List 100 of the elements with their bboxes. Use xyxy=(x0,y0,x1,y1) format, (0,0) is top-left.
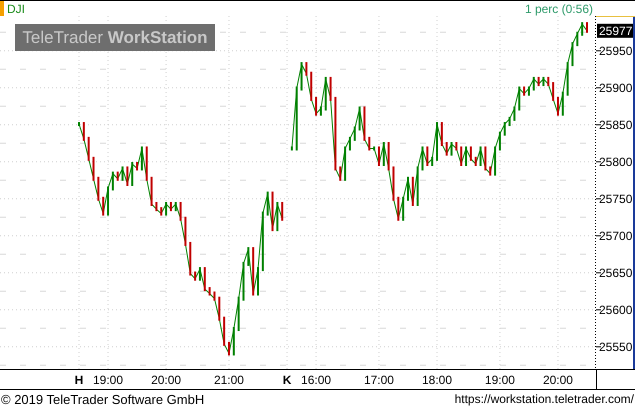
y-axis-label: 25550 xyxy=(599,340,632,354)
candlestick xyxy=(180,202,182,221)
candlestick xyxy=(131,162,134,186)
session-marker: K xyxy=(282,373,292,387)
candlestick xyxy=(508,116,511,126)
candlestick xyxy=(566,62,569,96)
interval-label: 1 perc (0:56) xyxy=(524,2,593,16)
candlestick xyxy=(194,272,196,281)
candlestick xyxy=(556,96,559,116)
candlestick xyxy=(382,142,385,166)
candlestick xyxy=(78,122,80,126)
candlestick xyxy=(281,202,284,221)
candlestick xyxy=(402,196,404,221)
candlestick xyxy=(228,342,230,356)
candlestick xyxy=(272,192,274,232)
candlestick xyxy=(238,296,240,332)
candlestick xyxy=(88,136,90,161)
candlestick xyxy=(465,146,468,166)
candlestick xyxy=(494,146,496,176)
candlestick xyxy=(450,142,453,156)
candlestick xyxy=(247,247,250,266)
candlestick xyxy=(576,32,578,46)
y-axis-label: 25700 xyxy=(599,228,632,243)
x-axis-label: 19:00 xyxy=(484,373,515,387)
candlestick xyxy=(412,176,414,206)
candlestick xyxy=(330,76,332,101)
candlestick xyxy=(82,122,85,141)
candlestick xyxy=(107,186,110,216)
x-axis-label: 19:00 xyxy=(93,373,124,387)
candlestick xyxy=(165,202,168,216)
candlestick xyxy=(223,316,226,346)
candlestick xyxy=(416,166,419,206)
x-axis-label: 18:00 xyxy=(422,373,452,387)
app-logo: TeleTrader WorkStation xyxy=(15,24,215,51)
candlestick xyxy=(150,176,153,206)
candlestick xyxy=(252,247,254,296)
candlestick xyxy=(189,242,192,276)
candlestick xyxy=(455,142,458,150)
candlestick xyxy=(339,166,342,181)
candlestick xyxy=(571,42,574,66)
candlestick xyxy=(184,216,186,246)
candlestick xyxy=(324,76,327,110)
candlestick xyxy=(513,106,516,121)
candlestick xyxy=(262,212,264,272)
candlestick xyxy=(266,192,269,216)
candlestick xyxy=(388,142,390,170)
candlestick xyxy=(198,267,201,281)
x-axis-label: 20:00 xyxy=(542,373,573,387)
candlestick xyxy=(122,166,124,181)
session-marker: H xyxy=(74,373,84,387)
candlestick xyxy=(348,136,351,150)
candlestick xyxy=(426,146,428,166)
candlestick xyxy=(218,296,220,321)
copyright-text: © 2019 TeleTrader Software GmbH xyxy=(1,392,204,406)
candlestick xyxy=(504,122,506,136)
candlestick xyxy=(290,146,293,150)
candlestick xyxy=(358,106,361,130)
candlestick xyxy=(407,176,409,201)
y-axis-label: 25600 xyxy=(599,302,632,317)
candlestick xyxy=(204,267,206,292)
candlestick xyxy=(518,86,520,110)
candlestick xyxy=(480,146,482,166)
y-axis-label: 25900 xyxy=(599,80,632,95)
candlestick xyxy=(484,146,486,170)
candlestick xyxy=(392,166,394,201)
symbol-label: DJI xyxy=(7,2,25,16)
candlestick xyxy=(363,106,366,141)
last-price-tag: 25977 xyxy=(597,24,633,38)
x-axis-label: 20:00 xyxy=(151,373,182,387)
y-axis-label: 25850 xyxy=(599,118,632,132)
candlestick xyxy=(315,96,318,116)
candlestick xyxy=(378,146,380,166)
candlestick xyxy=(474,156,477,166)
x-axis-label: 17:00 xyxy=(364,373,394,387)
candlestick xyxy=(97,176,100,201)
candlestick xyxy=(431,156,434,166)
candlestick xyxy=(300,62,303,91)
y-axis-label: 25650 xyxy=(599,266,632,280)
candlestick xyxy=(136,162,138,170)
candlestick xyxy=(562,92,564,116)
candlestick xyxy=(498,132,501,150)
candlestick xyxy=(305,62,308,76)
y-axis-label: 25800 xyxy=(599,154,632,169)
y-axis-label: 25950 xyxy=(599,44,632,58)
candlestick xyxy=(276,202,278,232)
candlestick xyxy=(397,196,400,221)
tab-marker xyxy=(0,1,4,16)
candlestick xyxy=(116,172,119,181)
y-axis-label: 25750 xyxy=(599,192,632,206)
website-link[interactable]: https://workstation.teletrader.com/ xyxy=(454,392,634,406)
candlestick xyxy=(242,262,244,301)
x-axis-label: 16:00 xyxy=(301,373,332,387)
candlestick xyxy=(320,106,322,116)
candlestick xyxy=(552,82,554,101)
candlestick xyxy=(581,22,584,36)
candlestick xyxy=(368,136,370,150)
candlestick xyxy=(436,122,438,161)
candlestick xyxy=(489,166,492,176)
candlestick xyxy=(470,146,472,161)
candlestick xyxy=(232,327,235,356)
